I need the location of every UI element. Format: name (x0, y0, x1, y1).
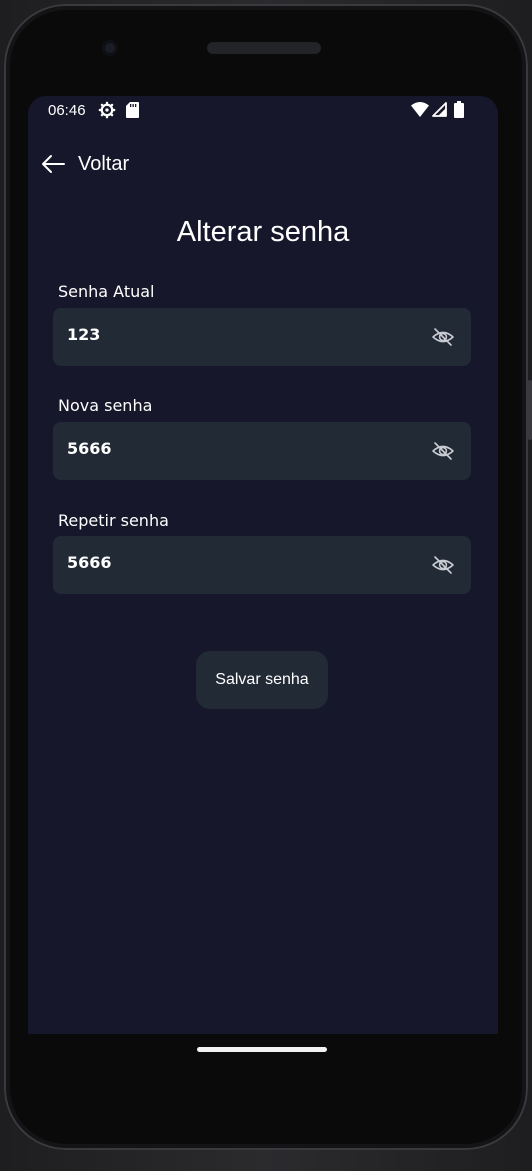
current-password-value: 123 (67, 325, 101, 344)
repeat-password-input[interactable]: 5666 (53, 536, 471, 594)
back-label: Voltar (78, 152, 130, 175)
side-button (528, 380, 532, 440)
repeat-password-value: 5666 (67, 553, 112, 572)
eye-off-icon[interactable] (431, 325, 455, 349)
new-password-label: Nova senha (58, 396, 153, 415)
front-camera (102, 40, 118, 56)
wifi-icon (411, 102, 429, 121)
current-password-label: Senha Atual (58, 282, 155, 301)
sd-card-icon (126, 102, 139, 122)
page-title: Alterar senha (176, 216, 350, 248)
arrow-left-icon (42, 155, 65, 173)
repeat-password-label: Repetir senha (58, 511, 169, 530)
battery-icon (454, 101, 464, 122)
new-password-input[interactable]: 5666 (53, 422, 471, 480)
current-password-input[interactable]: 123 (53, 308, 471, 366)
eye-off-icon[interactable] (431, 553, 455, 577)
status-time: 06:46 (48, 102, 86, 119)
device-frame: 06:46 Voltar Alterar senha Senha Atual 1… (0, 0, 532, 1171)
settings-gear-icon (98, 101, 116, 123)
new-password-value: 5666 (67, 439, 112, 458)
back-button[interactable]: Voltar (40, 148, 129, 180)
eye-off-icon[interactable] (431, 439, 455, 463)
cell-signal-icon (432, 102, 447, 121)
home-indicator[interactable] (197, 1047, 327, 1052)
status-bar: 06:46 (28, 96, 498, 126)
app-screen: 06:46 Voltar Alterar senha Senha Atual 1… (28, 96, 498, 1034)
save-password-button[interactable]: Salvar senha (196, 651, 328, 709)
earpiece-speaker (207, 42, 321, 54)
